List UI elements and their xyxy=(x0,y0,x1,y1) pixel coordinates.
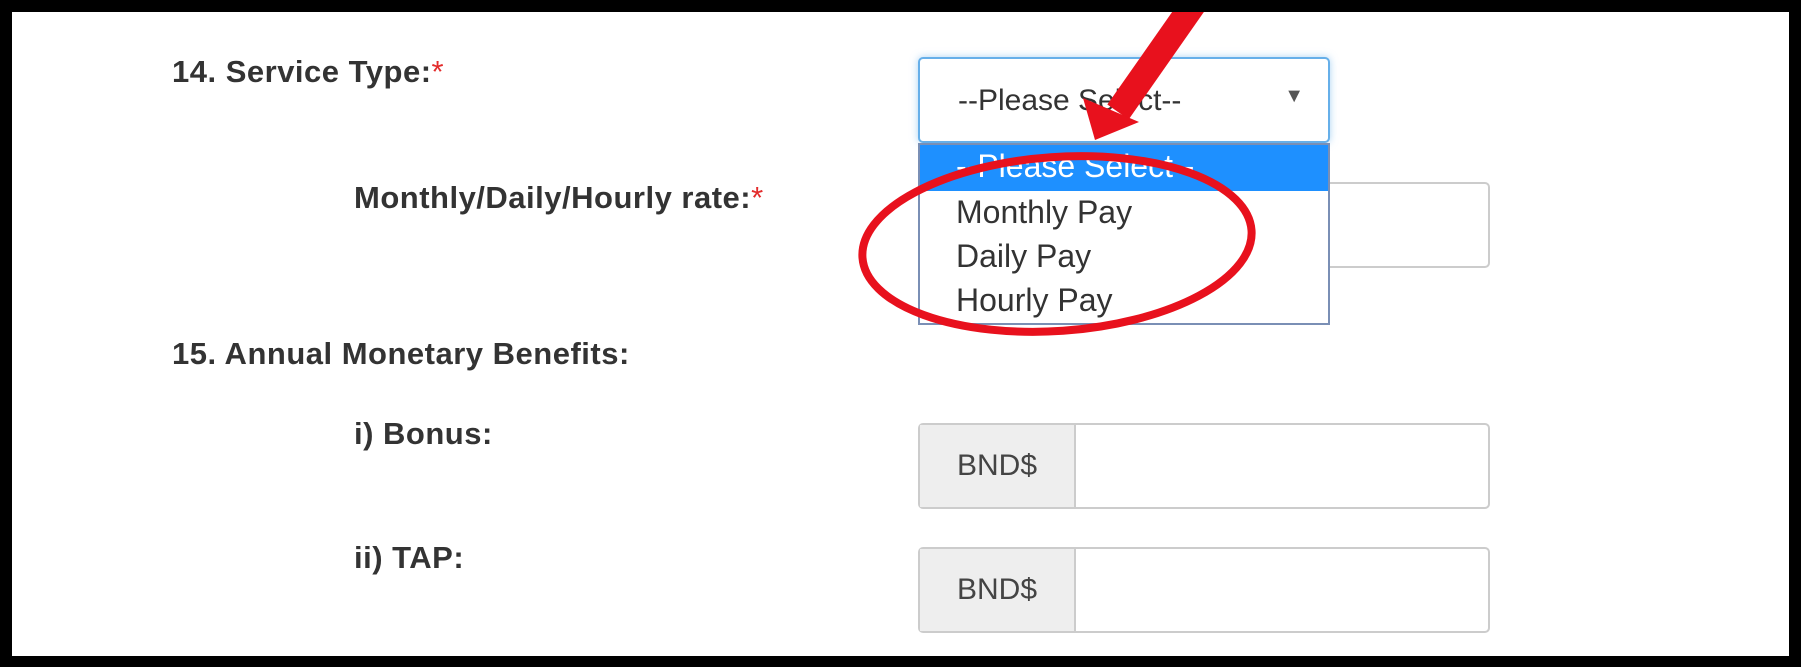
form-frame: 14. Service Type:* Monthly/Daily/Hourly … xyxy=(12,12,1789,656)
pointer-arrow-icon xyxy=(1083,12,1204,140)
highlight-ellipse xyxy=(858,152,1256,336)
annotation-overlay xyxy=(858,12,1256,336)
